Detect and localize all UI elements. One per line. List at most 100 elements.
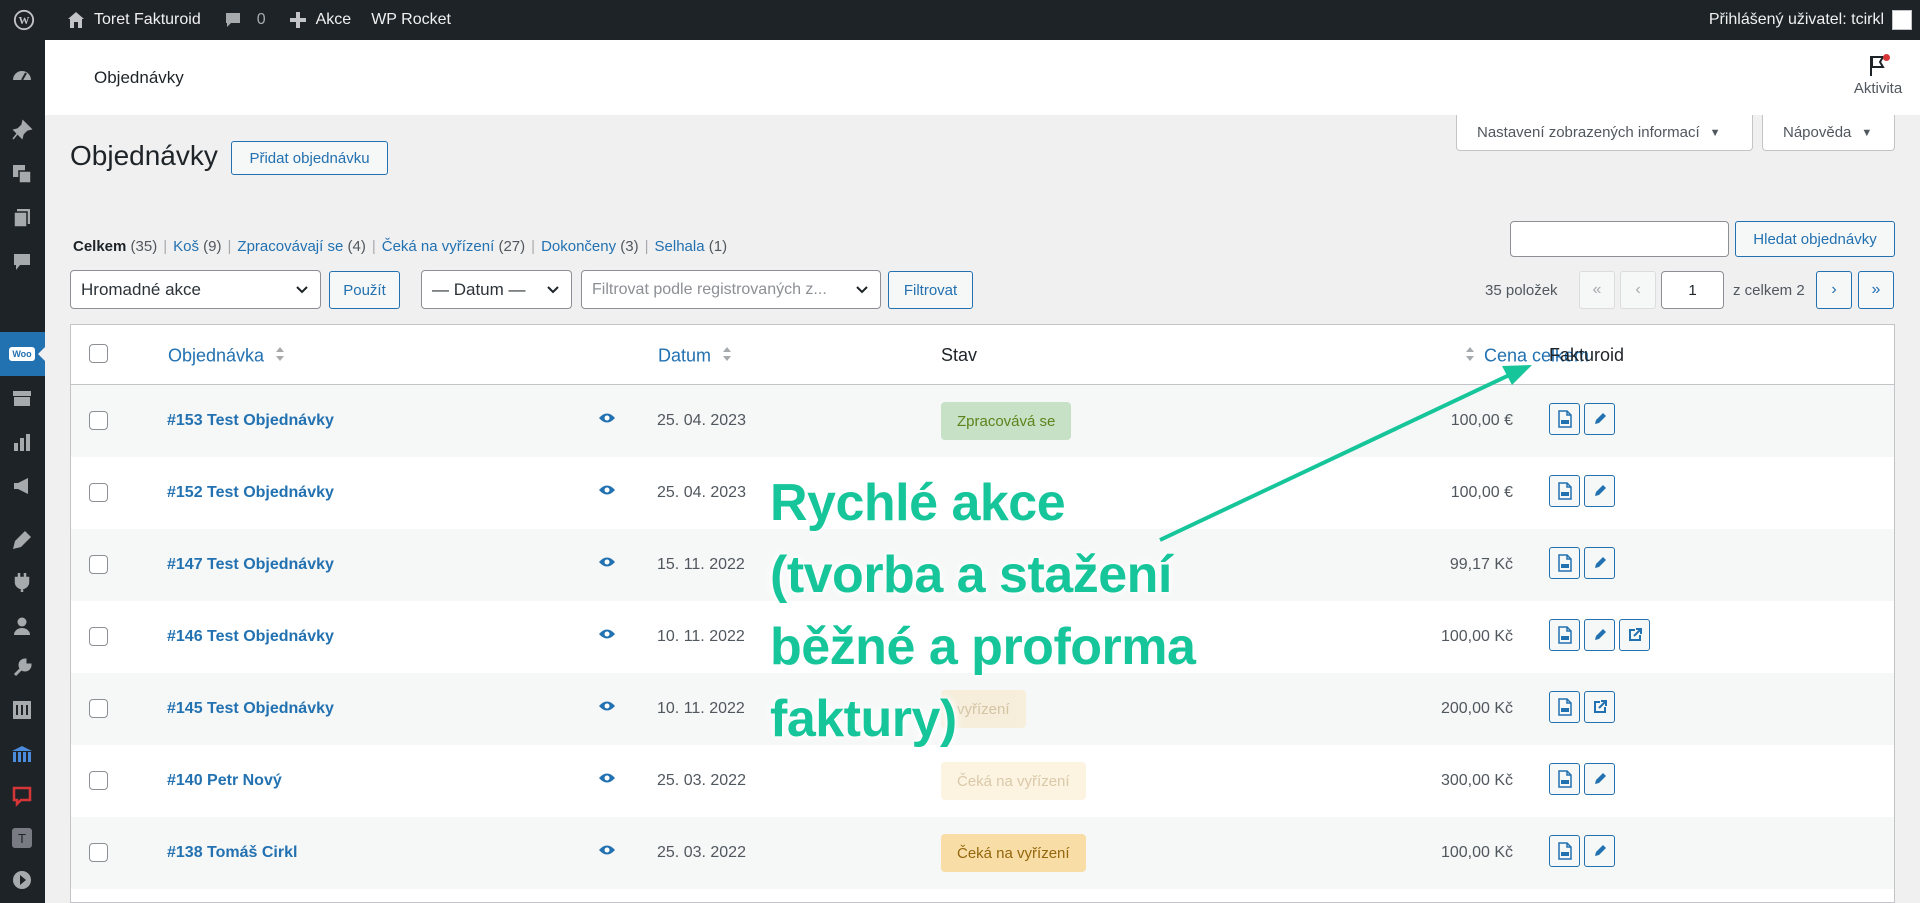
eye-icon[interactable] (598, 411, 616, 430)
table-row[interactable]: #140 Petr Nový 25. 03. 2022 Čeká na vyříze… (71, 745, 1894, 817)
order-link[interactable]: #145 Test Objednávky (167, 700, 334, 718)
view-failed[interactable]: Selhala (1) (655, 238, 728, 255)
fakturoid-actions (1549, 763, 1615, 795)
pdf-button[interactable] (1549, 547, 1580, 579)
order-total: 99,17 Kč (1449, 556, 1513, 573)
next-page-button[interactable]: › (1816, 271, 1852, 309)
toret-icon[interactable]: T (8, 824, 36, 852)
order-link[interactable]: #153 Test Objednávky (167, 412, 334, 430)
column-order[interactable]: Objednávka (168, 345, 285, 368)
external-link-button[interactable] (1584, 691, 1615, 723)
column-date[interactable]: Datum (658, 345, 732, 368)
bulk-actions-select[interactable]: Hromadné akce (70, 270, 321, 309)
site-name-link[interactable]: Toret Fakturoid (54, 0, 211, 40)
help-toggle[interactable]: Nápověda ▼ (1762, 115, 1895, 151)
activity-label: Aktivita (1853, 80, 1903, 97)
prev-page-button[interactable]: ‹ (1620, 271, 1656, 309)
row-checkbox[interactable] (89, 843, 108, 862)
plugins-icon[interactable] (8, 568, 36, 596)
row-checkbox[interactable] (89, 699, 108, 718)
first-page-button[interactable]: « (1579, 271, 1615, 309)
site-name: Toret Fakturoid (94, 11, 201, 28)
pencil-button[interactable] (1584, 475, 1615, 507)
order-link[interactable]: #138 Tomáš Cirkl (167, 844, 297, 862)
wp-rocket-link[interactable]: WP Rocket (361, 0, 461, 40)
order-link[interactable]: #152 Test Objednávky (167, 484, 334, 502)
chevron-down-icon (294, 281, 310, 302)
user-greeting: Přihlášený uživatel: tcirkl (1708, 11, 1884, 28)
comments-icon[interactable] (8, 248, 36, 276)
new-content-link[interactable]: Akce (276, 0, 362, 40)
comments-link[interactable]: 0 (211, 0, 276, 40)
pencil-button[interactable] (1584, 835, 1615, 867)
apply-button[interactable]: Použít (329, 271, 400, 309)
eye-icon[interactable] (598, 699, 616, 718)
pencil-button[interactable] (1584, 619, 1615, 651)
pencil-button[interactable] (1584, 547, 1615, 579)
tools-icon[interactable] (8, 654, 36, 682)
eye-icon[interactable] (598, 843, 616, 862)
search-orders-button[interactable]: Hledat objednávky (1735, 221, 1895, 257)
row-checkbox[interactable] (89, 627, 108, 646)
pdf-button[interactable] (1549, 835, 1580, 867)
column-status: Stav (941, 345, 978, 365)
settings-icon[interactable] (8, 696, 36, 724)
pencil-button[interactable] (1584, 403, 1615, 435)
order-link[interactable]: #147 Test Objednávky (167, 556, 334, 574)
current-page-input[interactable]: 1 (1661, 271, 1724, 309)
analytics-icon[interactable] (8, 428, 36, 456)
table-row[interactable]: #138 Tomáš Cirkl 25. 03. 2022 Čeká na vyří… (71, 817, 1894, 889)
fakturoid-icon[interactable] (8, 740, 36, 768)
sort-icon (275, 345, 285, 368)
dashboard-icon[interactable] (8, 62, 36, 90)
eye-icon[interactable] (598, 771, 616, 790)
table-row[interactable]: #153 Test Objednávky 25. 04. 2023 Zpracová… (71, 385, 1894, 457)
view-all[interactable]: Celkem (35) (73, 238, 157, 255)
add-order-button[interactable]: Přidat objednávku (231, 141, 388, 175)
pdf-button[interactable] (1549, 403, 1580, 435)
pdf-button[interactable] (1549, 763, 1580, 795)
eye-icon[interactable] (598, 627, 616, 646)
last-page-button[interactable]: » (1858, 271, 1894, 309)
view-completed[interactable]: Dokončeny (3) (541, 238, 639, 255)
products-icon[interactable] (8, 384, 36, 412)
status-badge: Zpracovává se (941, 402, 1072, 440)
row-checkbox[interactable] (89, 411, 108, 430)
external-link-button[interactable] (1619, 619, 1650, 651)
customer-filter-select[interactable]: Filtrovat podle registrovaných z... (581, 270, 881, 309)
row-checkbox[interactable] (89, 771, 108, 790)
pages-icon[interactable] (8, 204, 36, 232)
pin-icon[interactable] (8, 116, 36, 144)
date-filter-select[interactable]: — Datum — (421, 270, 572, 309)
view-processing[interactable]: Zpracovávají se (4) (237, 238, 365, 255)
order-link[interactable]: #140 Petr Nový (167, 772, 282, 790)
appearance-icon[interactable] (8, 526, 36, 554)
filter-button[interactable]: Filtrovat (888, 271, 973, 309)
screen-options-toggle[interactable]: Nastavení zobrazených informací ▼ (1456, 115, 1753, 151)
pencil-button[interactable] (1584, 763, 1615, 795)
status-views: Celkem (35) | Koš (9) | Zpracovávají se (4) |… (73, 238, 728, 255)
eye-icon[interactable] (598, 483, 616, 502)
order-link[interactable]: #146 Test Objednávky (167, 628, 334, 646)
pencil-icon (1592, 555, 1608, 571)
search-input[interactable] (1510, 221, 1729, 257)
activity-button[interactable]: Aktivita (1850, 52, 1906, 97)
column-order-label: Objednávka (168, 345, 265, 366)
users-icon[interactable] (8, 612, 36, 640)
chat-icon[interactable] (8, 782, 36, 810)
collapse-menu-icon[interactable] (8, 866, 36, 894)
view-on-hold[interactable]: Čeká na vyřízení (27) (382, 238, 525, 255)
wordpress-logo[interactable]: W (0, 0, 54, 40)
view-trash[interactable]: Koš (9) (173, 238, 221, 255)
row-checkbox[interactable] (89, 483, 108, 502)
select-all-checkbox[interactable] (89, 344, 108, 363)
row-checkbox[interactable] (89, 555, 108, 574)
woocommerce-icon[interactable]: Woo (8, 340, 36, 368)
user-account-link[interactable]: Přihlášený uživatel: tcirkl (1699, 0, 1920, 40)
marketing-icon[interactable] (8, 472, 36, 500)
pdf-button[interactable] (1549, 619, 1580, 651)
pdf-button[interactable] (1549, 475, 1580, 507)
media-icon[interactable] (8, 160, 36, 188)
eye-icon[interactable] (598, 555, 616, 574)
pdf-button[interactable] (1549, 691, 1580, 723)
